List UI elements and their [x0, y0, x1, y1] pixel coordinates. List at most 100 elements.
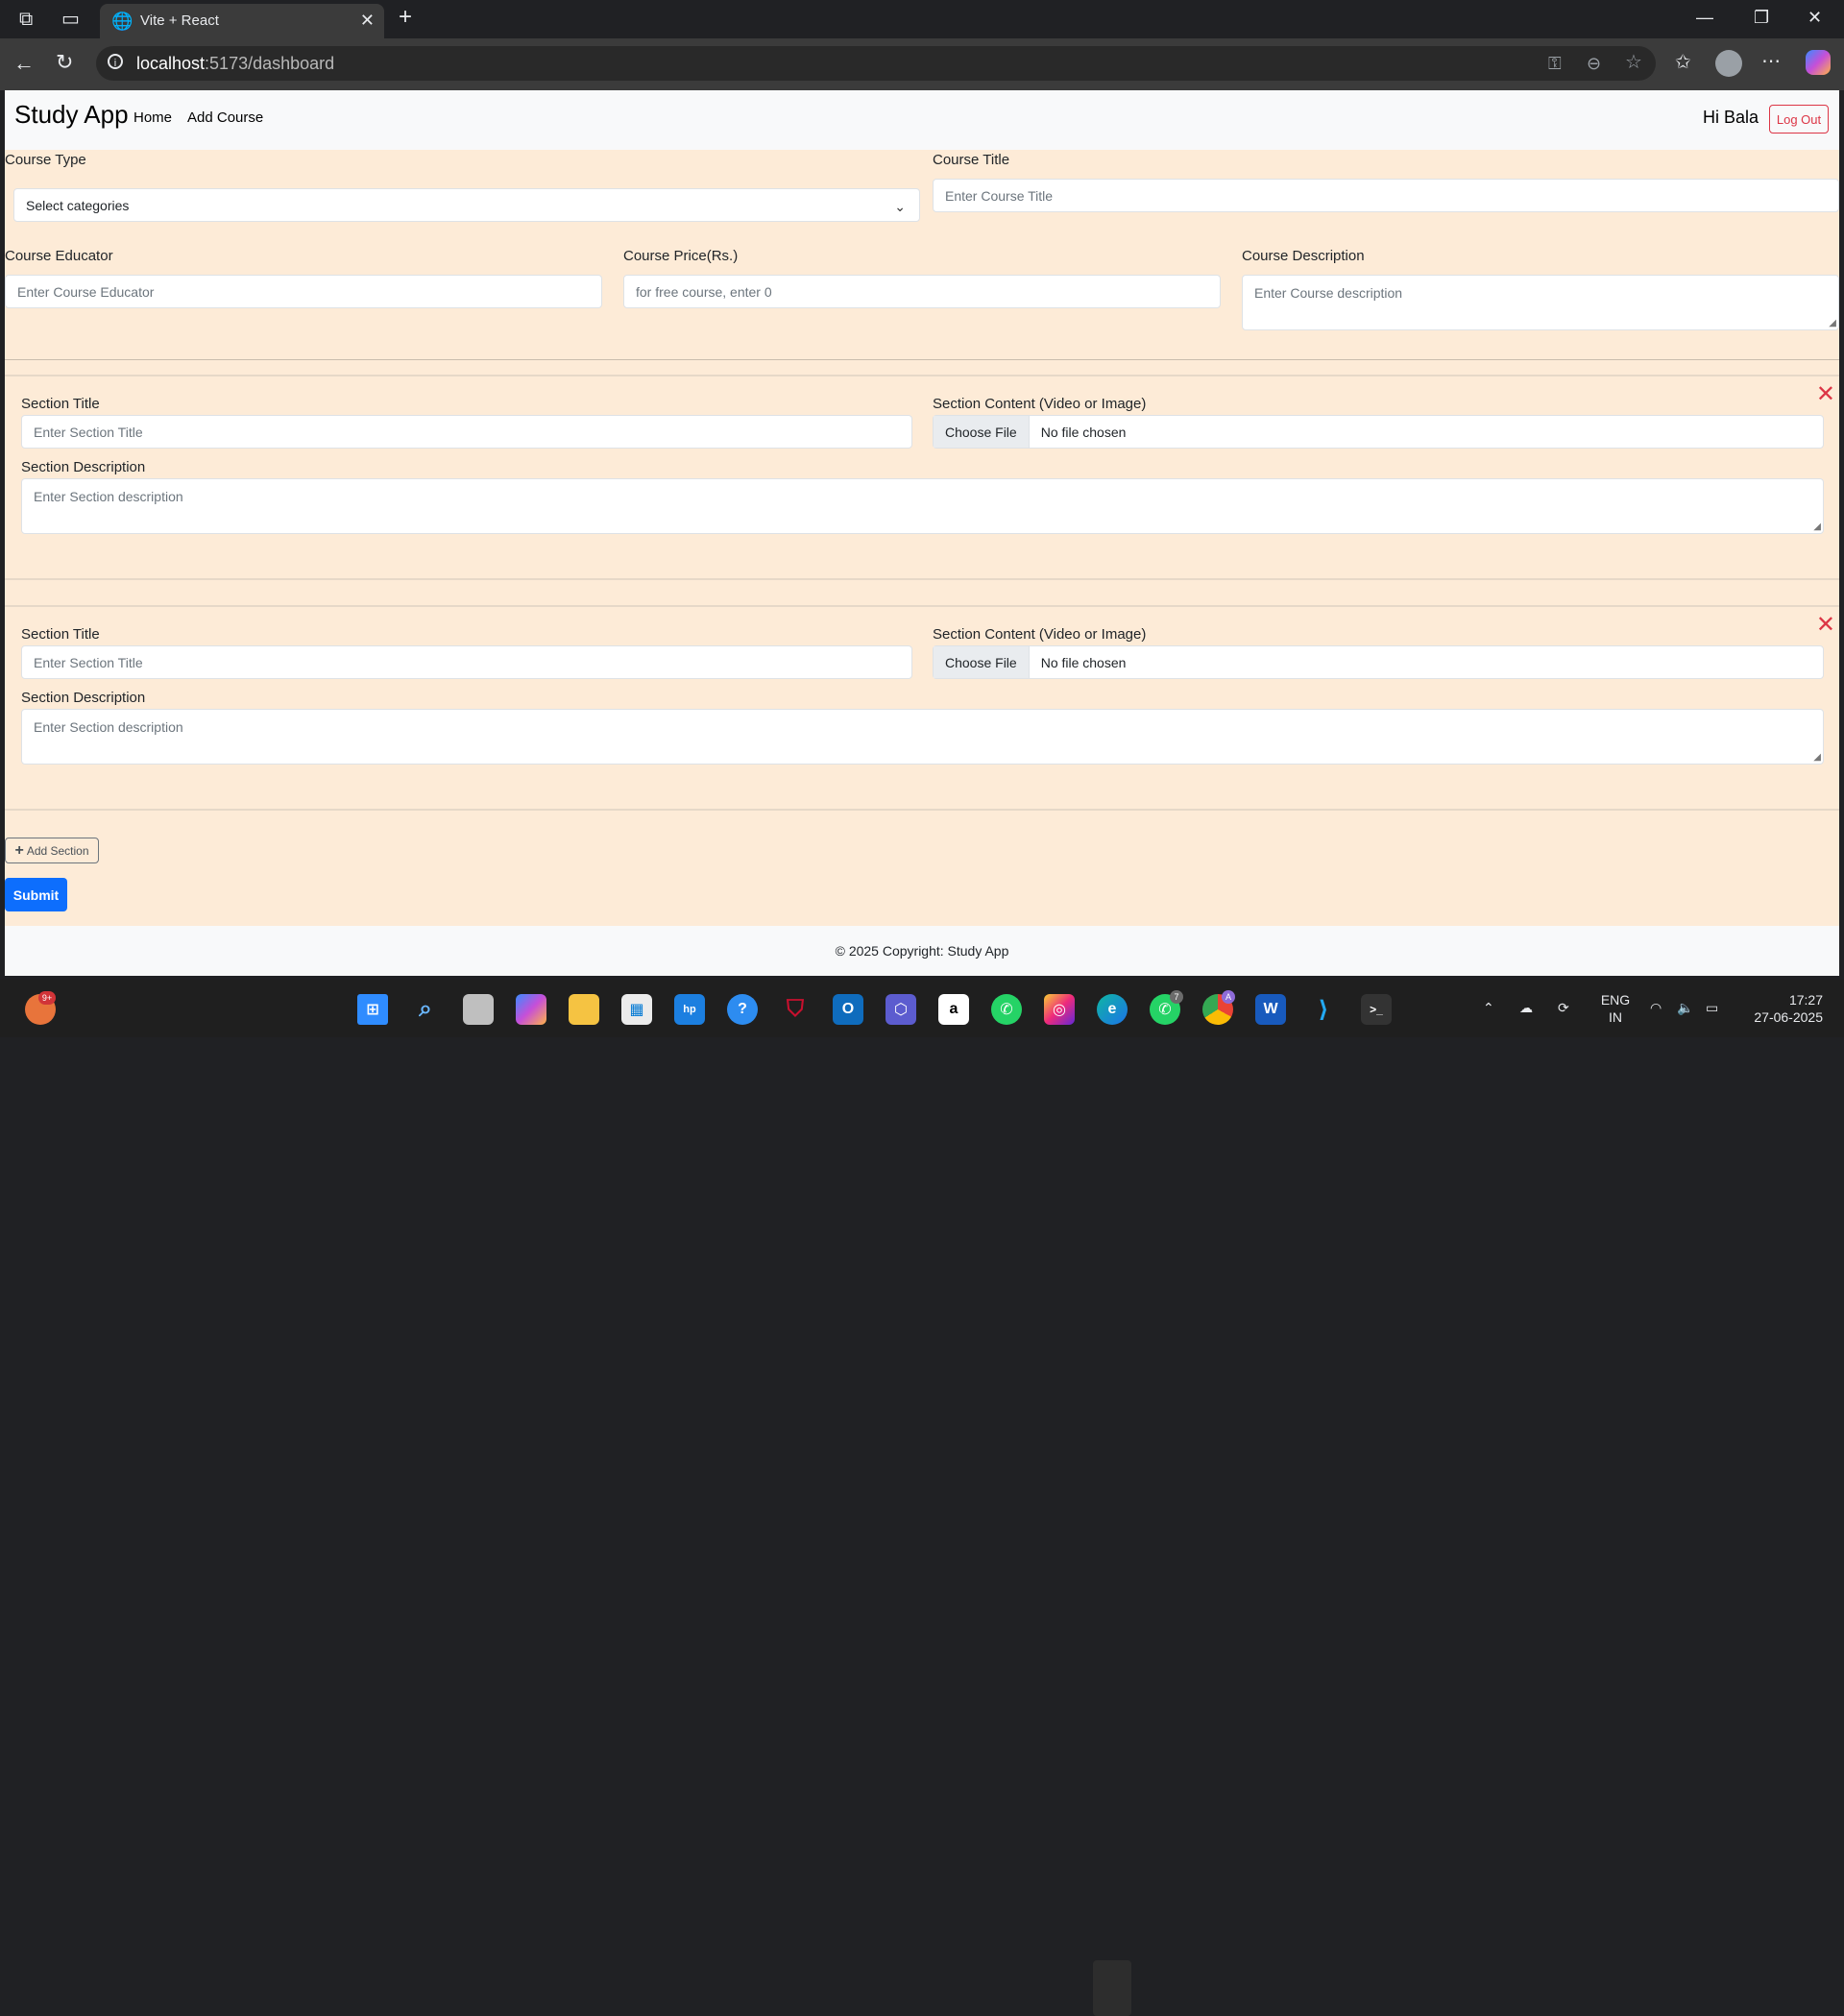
- chrome-profile-badge: A: [1222, 990, 1235, 1004]
- section-description-textarea[interactable]: Enter Section description ◢: [21, 478, 1824, 534]
- close-tab-icon[interactable]: ✕: [360, 11, 375, 31]
- clock[interactable]: 17:27 27-06-2025: [1740, 991, 1823, 1026]
- close-window-icon[interactable]: ✕: [1808, 8, 1822, 28]
- page-footer: © 2025 Copyright: Study App: [5, 926, 1839, 976]
- course-description-placeholder: Enter Course description: [1254, 285, 1403, 301]
- file-status: No file chosen: [1040, 654, 1127, 670]
- course-educator-placeholder: Enter Course Educator: [17, 283, 155, 300]
- battery-icon[interactable]: ▭: [1706, 999, 1718, 1016]
- chevron-down-icon: ⌄: [894, 199, 906, 214]
- show-hidden-icons[interactable]: ⌃: [1483, 999, 1494, 1016]
- file-explorer-icon[interactable]: [569, 994, 599, 1025]
- start-icon[interactable]: ⊞: [357, 994, 388, 1025]
- whatsapp-icon[interactable]: ✆: [991, 994, 1022, 1025]
- tab-actions-icon[interactable]: ▭: [61, 10, 80, 29]
- brand-logo[interactable]: Study App: [14, 100, 129, 130]
- tab-title: Vite + React: [140, 12, 219, 29]
- edge-icon[interactable]: e: [1097, 994, 1128, 1025]
- section-title-input[interactable]: Enter Section Title: [21, 645, 912, 679]
- clock-time: 17:27: [1788, 992, 1823, 1008]
- hp-app-icon[interactable]: hp: [674, 994, 705, 1025]
- resize-handle-icon[interactable]: ◢: [1829, 318, 1836, 328]
- section-file-input[interactable]: Choose File No file chosen: [933, 645, 1824, 679]
- terminal-icon[interactable]: >_: [1361, 994, 1392, 1025]
- copilot-icon[interactable]: [1806, 50, 1831, 75]
- copilot-app-icon[interactable]: [516, 994, 546, 1025]
- url-text[interactable]: localhost:5173/dashboard: [136, 54, 334, 74]
- refresh-icon[interactable]: ↻: [56, 52, 73, 73]
- course-price-placeholder: for free course, enter 0: [636, 283, 772, 300]
- outlook-icon[interactable]: O: [833, 994, 863, 1025]
- course-title-input[interactable]: Enter Course Title: [933, 179, 1839, 212]
- section-description-label: Section Description: [21, 459, 146, 475]
- globe-icon: 🌐: [111, 12, 133, 31]
- site-info-icon[interactable]: i: [108, 54, 123, 69]
- more-menu-icon[interactable]: ⋯: [1761, 52, 1781, 71]
- browser-tab-bar: ⧉ ▭ 🌐 Vite + React ✕ + — ❐ ✕: [0, 0, 1844, 38]
- section-description-placeholder: Enter Section description: [34, 489, 183, 504]
- back-icon[interactable]: ←: [13, 53, 35, 74]
- course-title-label: Course Title: [933, 152, 1010, 168]
- course-type-value: Select categories: [26, 197, 130, 213]
- profile-avatar-icon[interactable]: [1715, 50, 1742, 77]
- vscode-icon[interactable]: ⟩: [1308, 994, 1339, 1025]
- section-description-textarea[interactable]: Enter Section description ◢: [21, 709, 1824, 765]
- microsoft-store-icon[interactable]: ▦: [621, 994, 652, 1025]
- volume-icon[interactable]: 🔈: [1677, 999, 1693, 1016]
- nav-link-add-course[interactable]: Add Course: [187, 109, 263, 126]
- choose-file-button[interactable]: Choose File: [934, 646, 1030, 678]
- minimize-icon[interactable]: —: [1696, 8, 1713, 28]
- app-navbar: Study App Home Add Course Hi Bala Log Ou…: [5, 90, 1839, 150]
- favorite-star-icon[interactable]: ☆: [1625, 53, 1642, 72]
- zoom-icon[interactable]: ⊖: [1587, 54, 1601, 73]
- section-content-label: Section Content (Video or Image): [933, 396, 1147, 412]
- add-section-button[interactable]: + Add Section: [5, 838, 99, 863]
- nav-link-home[interactable]: Home: [133, 109, 172, 126]
- resize-handle-icon[interactable]: ◢: [1813, 752, 1821, 763]
- amazon-icon[interactable]: a: [938, 994, 969, 1025]
- clock-date: 27-06-2025: [1754, 1009, 1823, 1025]
- sync-icon[interactable]: ⟳: [1558, 999, 1569, 1016]
- course-description-textarea[interactable]: Enter Course description ◢: [1242, 275, 1839, 330]
- section-card: ✕ Section Title Enter Section Title Sect…: [5, 605, 1839, 811]
- onedrive-icon[interactable]: ☁: [1519, 999, 1533, 1016]
- section-card: ✕ Section Title Enter Section Title Sect…: [5, 375, 1839, 580]
- favorites-icon[interactable]: ✩: [1675, 53, 1691, 72]
- page-content: Study App Home Add Course Hi Bala Log Ou…: [5, 90, 1839, 976]
- remove-section-icon[interactable]: ✕: [1816, 611, 1835, 639]
- search-icon[interactable]: ⌕: [410, 994, 441, 1025]
- word-icon[interactable]: W: [1255, 994, 1286, 1025]
- resize-handle-icon[interactable]: ◢: [1813, 522, 1821, 532]
- instagram-icon[interactable]: ◎: [1044, 994, 1075, 1025]
- workspaces-icon[interactable]: ⧉: [19, 10, 33, 29]
- course-educator-input[interactable]: Enter Course Educator: [5, 275, 602, 308]
- choose-file-button[interactable]: Choose File: [934, 416, 1030, 448]
- address-bar[interactable]: i localhost:5173/dashboard ⚿ ⊖ ☆: [96, 46, 1656, 81]
- whatsapp-badge: 7: [1170, 990, 1183, 1004]
- section-title-label: Section Title: [21, 626, 100, 643]
- course-type-select[interactable]: Select categories ⌄: [13, 188, 920, 222]
- logout-button[interactable]: Log Out: [1769, 105, 1829, 134]
- restore-icon[interactable]: ❐: [1754, 8, 1769, 28]
- section-title-input[interactable]: Enter Section Title: [21, 415, 912, 449]
- task-view-icon[interactable]: [463, 994, 494, 1025]
- course-price-input[interactable]: for free course, enter 0: [623, 275, 1221, 308]
- language-indicator[interactable]: ENG IN: [1596, 991, 1635, 1026]
- add-section-label: Add Section: [26, 843, 89, 858]
- submit-button[interactable]: Submit: [5, 878, 67, 911]
- key-icon[interactable]: ⚿: [1548, 54, 1562, 73]
- language-code: ENG: [1600, 992, 1631, 1008]
- section-file-input[interactable]: Choose File No file chosen: [933, 415, 1824, 449]
- notification-badge: 9+: [38, 991, 56, 1005]
- active-app-highlight: [1093, 1960, 1131, 2016]
- course-type-label: Course Type: [5, 152, 86, 168]
- copyright-text: © 2025 Copyright: Study App: [835, 943, 1009, 959]
- mcafee-icon[interactable]: ⛉: [780, 994, 811, 1025]
- browser-tab[interactable]: 🌐 Vite + React ✕: [100, 4, 384, 38]
- wifi-icon[interactable]: ◠: [1650, 999, 1662, 1016]
- help-icon[interactable]: ?: [727, 994, 758, 1025]
- section-content-label: Section Content (Video or Image): [933, 626, 1147, 643]
- new-tab-icon[interactable]: +: [399, 6, 412, 29]
- remove-section-icon[interactable]: ✕: [1816, 380, 1835, 408]
- app-hex-icon[interactable]: ⬡: [886, 994, 916, 1025]
